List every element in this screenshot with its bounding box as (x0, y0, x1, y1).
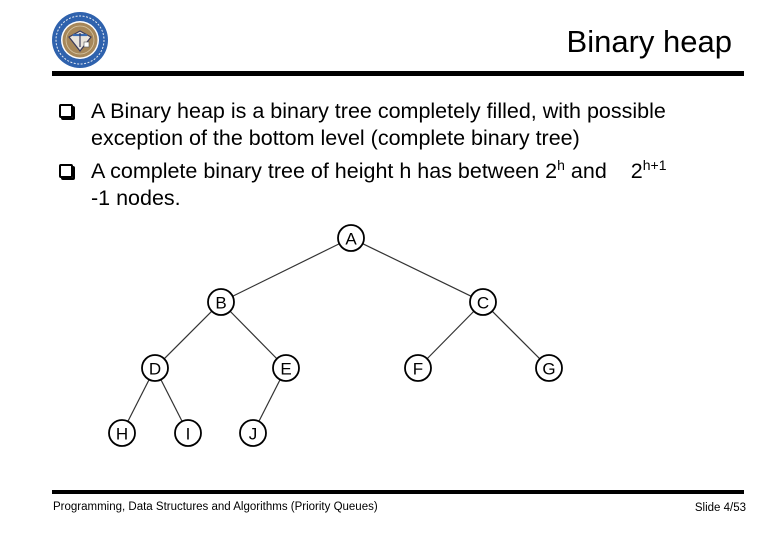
tree-edge-A-C (362, 243, 472, 297)
tree-edge-A-B (232, 243, 340, 297)
tree-node-A: A (337, 224, 365, 252)
tree-node-label: D (149, 360, 161, 379)
tree-node-H: H (108, 419, 136, 447)
tree-node-label: B (215, 294, 226, 313)
tree-node-B: B (207, 288, 235, 316)
tree-node-label: J (249, 425, 258, 444)
tree-edge-C-G (491, 310, 541, 360)
tree-node-label: E (280, 360, 291, 379)
tree-node-label: A (345, 230, 357, 249)
binary-tree-diagram: A B C D E F G H I J (108, 224, 563, 447)
tree-node-label: C (477, 294, 489, 313)
tree-edge-B-D (163, 310, 213, 360)
footer-divider (52, 490, 744, 494)
tree-edge-C-F (426, 310, 475, 360)
tree-node-I: I (174, 419, 202, 447)
tree-edge-D-H (127, 379, 150, 422)
footer-slide-number: Slide 4/53 (694, 502, 746, 514)
tree-node-E: E (272, 354, 300, 382)
tree-edge-E-J (258, 379, 281, 422)
footer-course-title: Programming, Data Structures and Algorit… (53, 501, 378, 513)
tree-node-G: G (535, 354, 563, 382)
tree-node-C: C (469, 288, 497, 316)
tree-node-J: J (239, 419, 267, 447)
tree-edge-D-I (160, 379, 183, 422)
tree-node-label: F (413, 360, 423, 379)
tree-node-F: F (404, 354, 432, 382)
tree-node-D: D (141, 354, 169, 382)
tree-node-label: H (116, 425, 128, 444)
tree-edge-B-E (229, 310, 278, 360)
tree-node-label: G (542, 360, 555, 379)
tree-node-label: I (186, 425, 191, 444)
